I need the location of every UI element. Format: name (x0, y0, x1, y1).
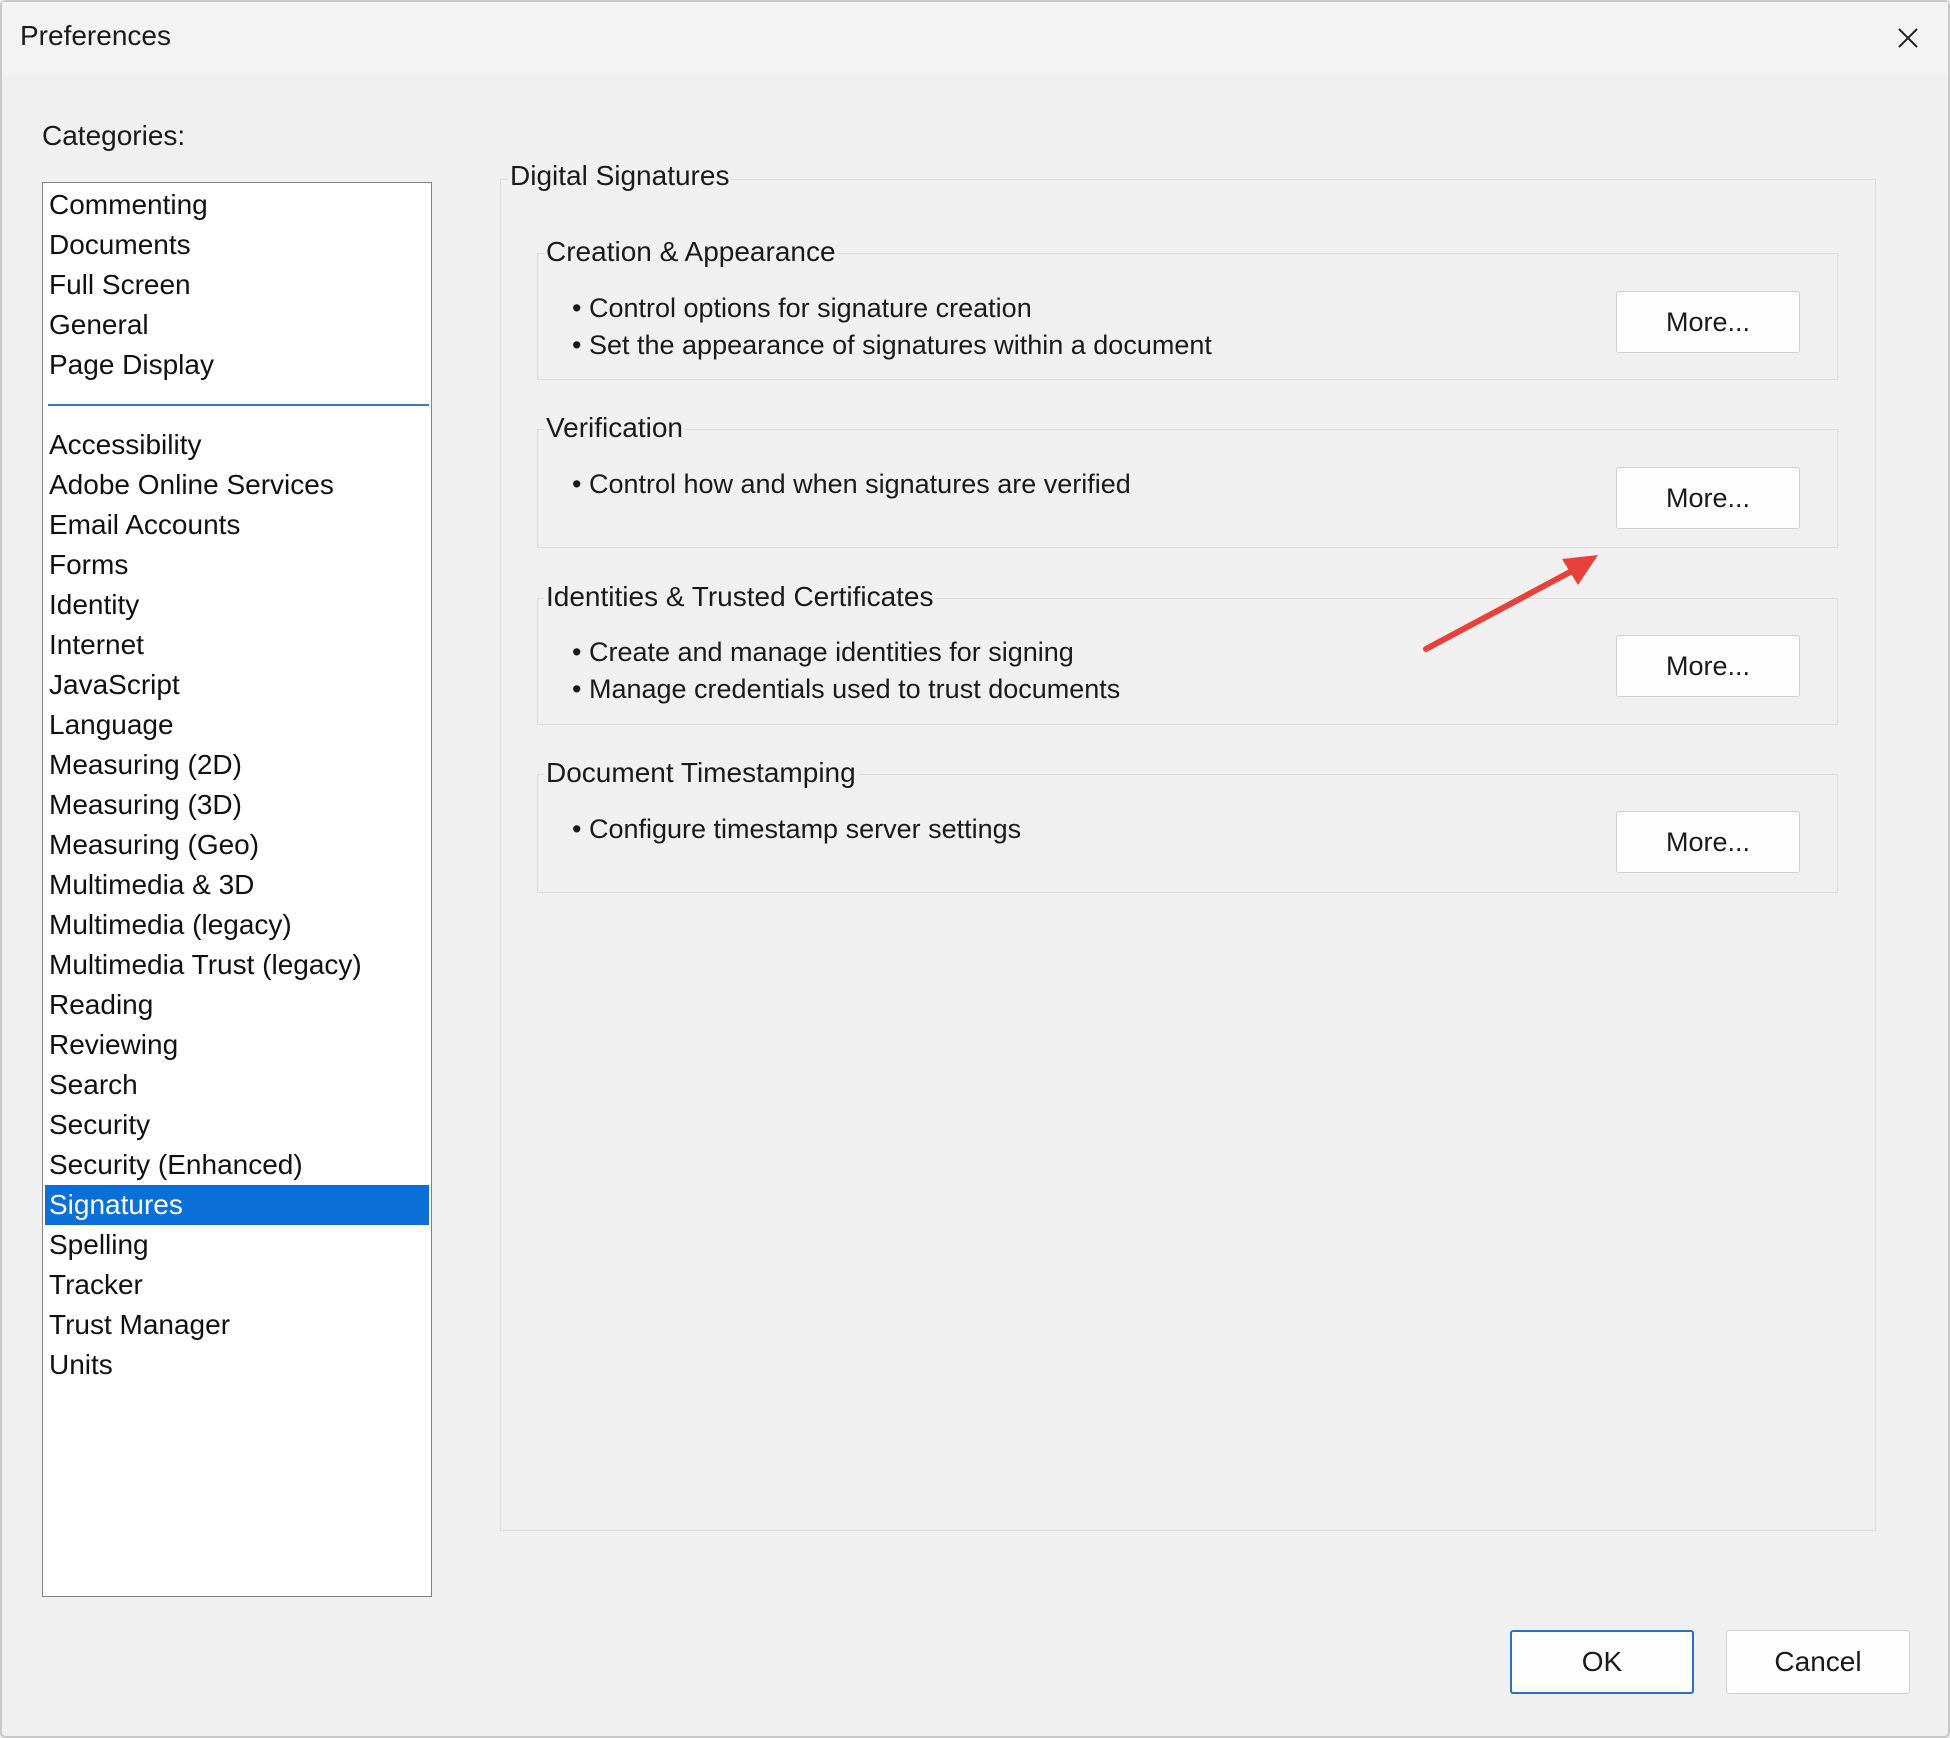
category-language[interactable]: Language (45, 705, 429, 745)
category-search[interactable]: Search (45, 1065, 429, 1105)
category-accessibility[interactable]: Accessibility (45, 425, 429, 465)
category-multimedia-3d[interactable]: Multimedia & 3D (45, 865, 429, 905)
close-icon (1898, 28, 1918, 48)
category-documents[interactable]: Documents (45, 225, 429, 265)
title-bar: Preferences (2, 2, 1948, 74)
bullet-text: • Create and manage identities for signi… (572, 637, 1074, 667)
close-button[interactable] (1886, 16, 1930, 60)
bullet-text: • Control options for signature creation (572, 293, 1032, 323)
category-full-screen[interactable]: Full Screen (45, 265, 429, 305)
preferences-dialog: Preferences Categories: Commenting Docum… (0, 0, 1950, 1738)
creation-appearance-title: Creation & Appearance (544, 236, 838, 268)
identities-certificates-more-button[interactable]: More... (1616, 635, 1800, 697)
category-general[interactable]: General (45, 305, 429, 345)
category-tracker[interactable]: Tracker (45, 1265, 429, 1305)
category-email-accounts[interactable]: Email Accounts (45, 505, 429, 545)
category-spelling[interactable]: Spelling (45, 1225, 429, 1265)
verification-title: Verification (544, 412, 685, 444)
category-identity[interactable]: Identity (45, 585, 429, 625)
document-timestamping-more-button[interactable]: More... (1616, 811, 1800, 873)
category-multimedia-legacy[interactable]: Multimedia (legacy) (45, 905, 429, 945)
annotation-arrow-icon (1423, 555, 1598, 652)
creation-appearance-more-button[interactable]: More... (1616, 291, 1800, 353)
identities-certificates-title: Identities & Trusted Certificates (544, 581, 936, 613)
bullet-text: • Manage credentials used to trust docum… (572, 674, 1121, 704)
category-security[interactable]: Security (45, 1105, 429, 1145)
category-reviewing[interactable]: Reviewing (45, 1025, 429, 1065)
category-measuring-3d[interactable]: Measuring (3D) (45, 785, 429, 825)
categories-label: Categories: (42, 120, 186, 151)
categories-list[interactable]: Commenting Documents Full Screen General… (42, 182, 432, 1597)
category-measuring-2d[interactable]: Measuring (2D) (45, 745, 429, 785)
category-commenting[interactable]: Commenting (45, 185, 429, 225)
category-javascript[interactable]: JavaScript (45, 665, 429, 705)
bullet-text: • Set the appearance of signatures withi… (572, 330, 1212, 360)
category-security-enhanced[interactable]: Security (Enhanced) (45, 1145, 429, 1185)
ok-button[interactable]: OK (1510, 1630, 1694, 1694)
verification-more-button[interactable]: More... (1616, 467, 1800, 529)
category-multimedia-trust-legacy[interactable]: Multimedia Trust (legacy) (45, 945, 429, 985)
document-timestamping-title: Document Timestamping (544, 757, 858, 789)
category-adobe-online-services[interactable]: Adobe Online Services (45, 465, 429, 505)
category-page-display[interactable]: Page Display (45, 345, 429, 385)
category-signatures[interactable]: Signatures (45, 1185, 429, 1225)
dialog-title: Preferences (20, 20, 171, 51)
list-divider (48, 404, 429, 406)
category-trust-manager[interactable]: Trust Manager (45, 1305, 429, 1345)
bullet-text: • Control how and when signatures are ve… (572, 469, 1131, 499)
category-forms[interactable]: Forms (45, 545, 429, 585)
panel-title: Digital Signatures (508, 160, 732, 192)
category-reading[interactable]: Reading (45, 985, 429, 1025)
category-measuring-geo[interactable]: Measuring (Geo) (45, 825, 429, 865)
cancel-button[interactable]: Cancel (1726, 1630, 1910, 1694)
category-units[interactable]: Units (45, 1345, 429, 1385)
bullet-text: • Configure timestamp server settings (572, 814, 1022, 844)
category-internet[interactable]: Internet (45, 625, 429, 665)
